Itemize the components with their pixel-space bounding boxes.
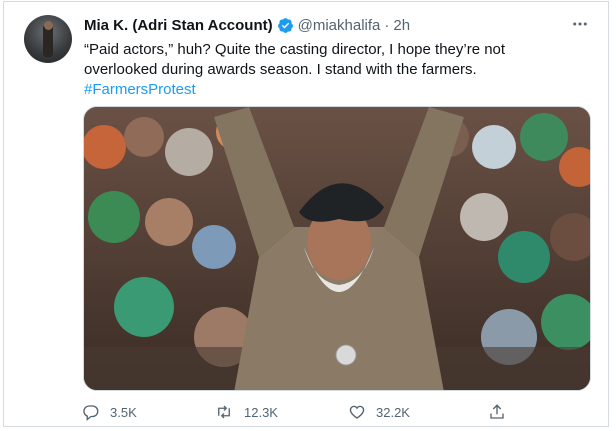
author-name[interactable]: Mia K. (Adri Stan Account) [84,17,273,34]
verified-icon [277,17,294,34]
protest-photo-illustration [84,107,590,390]
tweet-text: “Paid actors,” huh? Quite the casting di… [84,40,594,100]
separator-dot: · [384,16,390,34]
author-handle[interactable]: @miakhalifa [298,17,381,34]
more-icon[interactable] [570,14,590,34]
reply-action[interactable]: 3.5K [82,403,137,421]
share-icon[interactable] [488,403,506,421]
tweet-text-line-1: “Paid actors,” huh? Quite the casting di… [84,41,506,58]
retweet-count: 12.3K [244,404,278,420]
tweet-text-line-2: overlooked during awards season. I stand… [84,61,477,78]
tweet-actions: 3.5K 12.3K 32.2K [82,402,512,422]
avatar[interactable] [24,15,72,63]
retweet-icon[interactable] [214,403,234,421]
share-action[interactable] [488,403,506,421]
tweet-header: Mia K. (Adri Stan Account) @miakhalifa ·… [84,15,410,35]
like-action[interactable]: 32.2K [348,403,410,421]
hashtag-link[interactable]: #FarmersProtest [84,80,594,100]
avatar-head [44,21,53,30]
reply-count: 3.5K [110,404,137,420]
reply-icon[interactable] [82,403,100,421]
like-count: 32.2K [376,404,410,420]
timestamp[interactable]: 2h [393,17,410,34]
tweet-card[interactable]: Mia K. (Adri Stan Account) @miakhalifa ·… [3,1,609,427]
like-icon[interactable] [348,403,366,421]
tweet-photo[interactable] [83,106,591,391]
retweet-action[interactable]: 12.3K [214,403,278,421]
